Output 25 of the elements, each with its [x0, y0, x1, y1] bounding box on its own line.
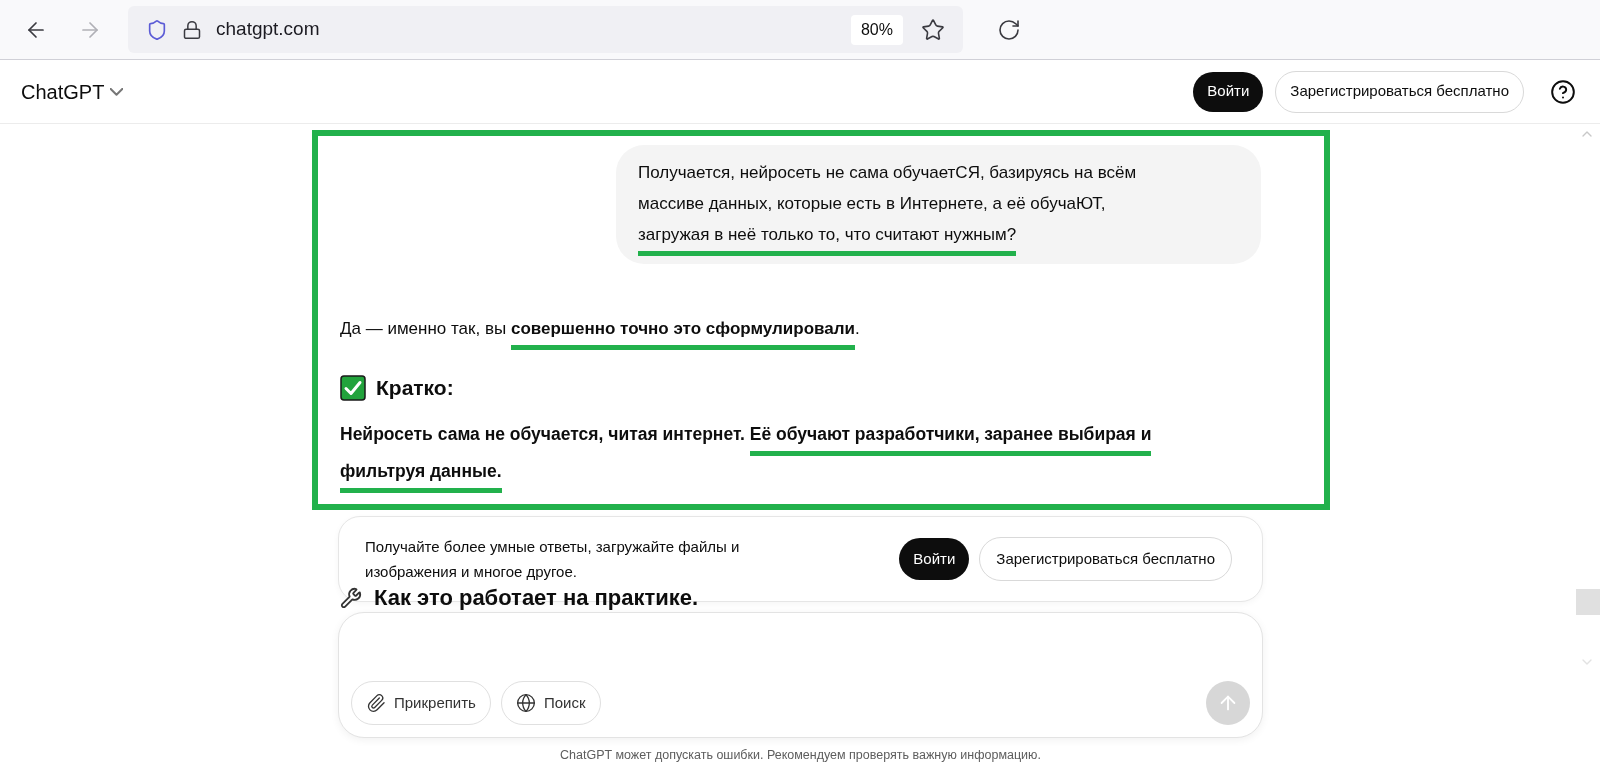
disclaimer-text: ChatGPT может допускать ошибки. Рекомендуем проверять важную информацию.	[559, 747, 1042, 764]
lock-icon	[182, 19, 202, 40]
user-message: Получается, нейросеть не сама обучаетСЯ, базируясь на всём массиве данных, которые есть в Интернете, а её обучаЮТ, загружая в неё только то, что считают нужным?	[616, 145, 1261, 264]
login-button[interactable]: Войти	[899, 538, 970, 580]
section-heading: Как это работает на практике.	[374, 584, 699, 612]
banner-text: Получайте более умные ответы, загружайте файлы и изображения и многое другое.	[365, 537, 741, 582]
paperclip-icon	[366, 693, 386, 713]
check-mark-icon	[340, 374, 366, 401]
globe-icon	[515, 693, 536, 713]
login-button[interactable]: Войти	[1193, 71, 1264, 112]
scroll-thumb[interactable]	[1576, 589, 1600, 615]
summary-text: Нейросеть сама не обучается, читая интернет. Её обучают разработчики, заранее выбирая и фильтруя данные.	[340, 415, 1180, 500]
summary-heading: Кратко:	[376, 375, 454, 401]
message-input[interactable]: Прикрепить Поиск	[338, 612, 1263, 738]
reload-icon[interactable]	[997, 17, 1021, 42]
model-selector[interactable]: ChatGPT	[21, 76, 124, 107]
address-bar[interactable]: chatgpt.com 80%	[128, 6, 963, 53]
bookmark-star-icon[interactable]	[921, 17, 945, 42]
url-text: chatgpt.com	[216, 17, 320, 42]
answer-text: Да — именно так, вы совершенно точно это сформулировали.	[340, 314, 1261, 354]
chevron-down-icon	[110, 87, 124, 96]
wrench-icon	[340, 586, 362, 609]
zoom-level[interactable]: 80%	[850, 14, 903, 45]
shield-icon	[146, 18, 168, 41]
help-icon[interactable]	[1550, 78, 1576, 105]
